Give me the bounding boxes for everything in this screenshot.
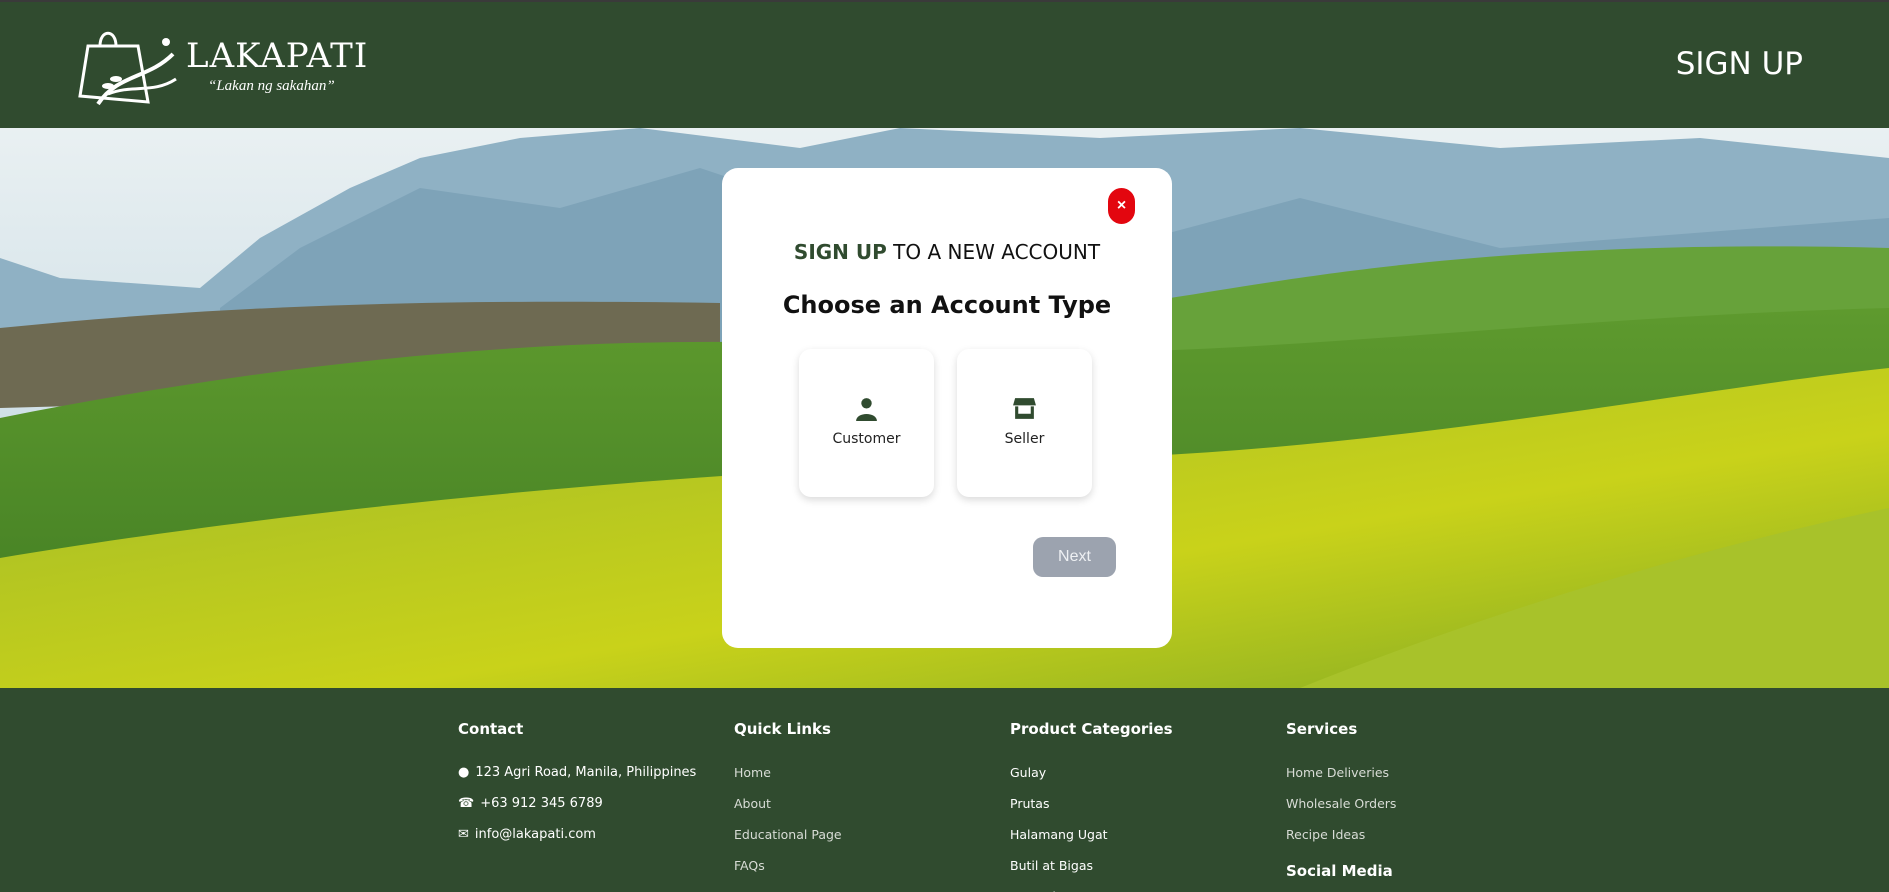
- category-butil-at-bigas[interactable]: Butil at Bigas: [1010, 850, 1173, 881]
- logo-tagline: “Lakan ng sakahan”: [208, 78, 335, 94]
- link-educational-page[interactable]: Educational Page: [734, 819, 842, 850]
- footer-quick-links: Quick Links Home About Educational Page …: [734, 720, 842, 881]
- contact-email: ✉ info@lakapati.com: [458, 819, 696, 850]
- site-header: LAKAPATI “Lakan ng sakahan” SIGN UP: [0, 0, 1889, 128]
- address-text: 123 Agri Road, Manila, Philippines: [475, 765, 697, 780]
- modal-title: SIGN UP TO A NEW ACCOUNT: [722, 240, 1172, 264]
- email-text: info@lakapati.com: [474, 827, 596, 842]
- phone-icon: ☎: [458, 796, 475, 811]
- footer-product-categories: Product Categories Gulay Prutas Halamang…: [1010, 720, 1173, 892]
- lakapati-logo[interactable]: LAKAPATI “Lakan ng sakahan”: [78, 24, 367, 112]
- service-wholesale-orders[interactable]: Wholesale Orders: [1286, 788, 1396, 819]
- footer-services: Services Home Deliveries Wholesale Order…: [1286, 720, 1396, 892]
- category-pampalasa[interactable]: Pampalasa: [1010, 881, 1173, 892]
- close-button[interactable]: ×: [1108, 188, 1135, 224]
- shopping-bag-rice-logo-icon: [78, 31, 177, 106]
- contact-address: ● 123 Agri Road, Manila, Philippines: [458, 757, 696, 788]
- customer-label: Customer: [832, 431, 901, 447]
- account-type-seller[interactable]: Seller: [957, 349, 1092, 497]
- user-icon: [856, 398, 877, 421]
- quick-links-heading: Quick Links: [734, 720, 831, 738]
- contact-phone: ☎ +63 912 345 6789: [458, 788, 696, 819]
- title-rest: TO A NEW ACCOUNT: [886, 240, 1101, 264]
- category-prutas[interactable]: Prutas: [1010, 788, 1173, 819]
- logo-name: LAKAPATI: [186, 36, 369, 76]
- service-home-deliveries[interactable]: Home Deliveries: [1286, 757, 1396, 788]
- contact-heading: Contact: [458, 720, 524, 738]
- category-halamang-ugat[interactable]: Halamang Ugat: [1010, 819, 1173, 850]
- categories-heading: Product Categories: [1010, 720, 1173, 738]
- next-button[interactable]: Next: [1033, 537, 1116, 577]
- link-faqs[interactable]: FAQs: [734, 850, 842, 881]
- site-footer: Contact ● 123 Agri Road, Manila, Philippi…: [0, 688, 1889, 892]
- signup-modal: × SIGN UP TO A NEW ACCOUNT Choose an Acc…: [722, 168, 1172, 648]
- services-heading: Services: [1286, 720, 1358, 738]
- map-pin-icon: ●: [458, 765, 470, 780]
- envelope-icon: ✉: [458, 827, 469, 842]
- service-recipe-ideas[interactable]: Recipe Ideas: [1286, 819, 1396, 850]
- link-home[interactable]: Home: [734, 757, 842, 788]
- modal-subtitle: Choose an Account Type: [782, 291, 1112, 319]
- link-about[interactable]: About: [734, 788, 842, 819]
- footer-contact: Contact ● 123 Agri Road, Manila, Philippi…: [458, 720, 696, 850]
- nav-signup-link[interactable]: SIGN UP: [1676, 46, 1803, 82]
- category-gulay[interactable]: Gulay: [1010, 757, 1173, 788]
- store-icon: [1013, 398, 1036, 419]
- account-type-customer[interactable]: Customer: [799, 349, 934, 497]
- title-highlight: SIGN UP: [793, 240, 887, 264]
- phone-text: +63 912 345 6789: [480, 796, 603, 811]
- social-media-heading: Social Media: [1286, 862, 1393, 880]
- seller-label: Seller: [1004, 431, 1045, 447]
